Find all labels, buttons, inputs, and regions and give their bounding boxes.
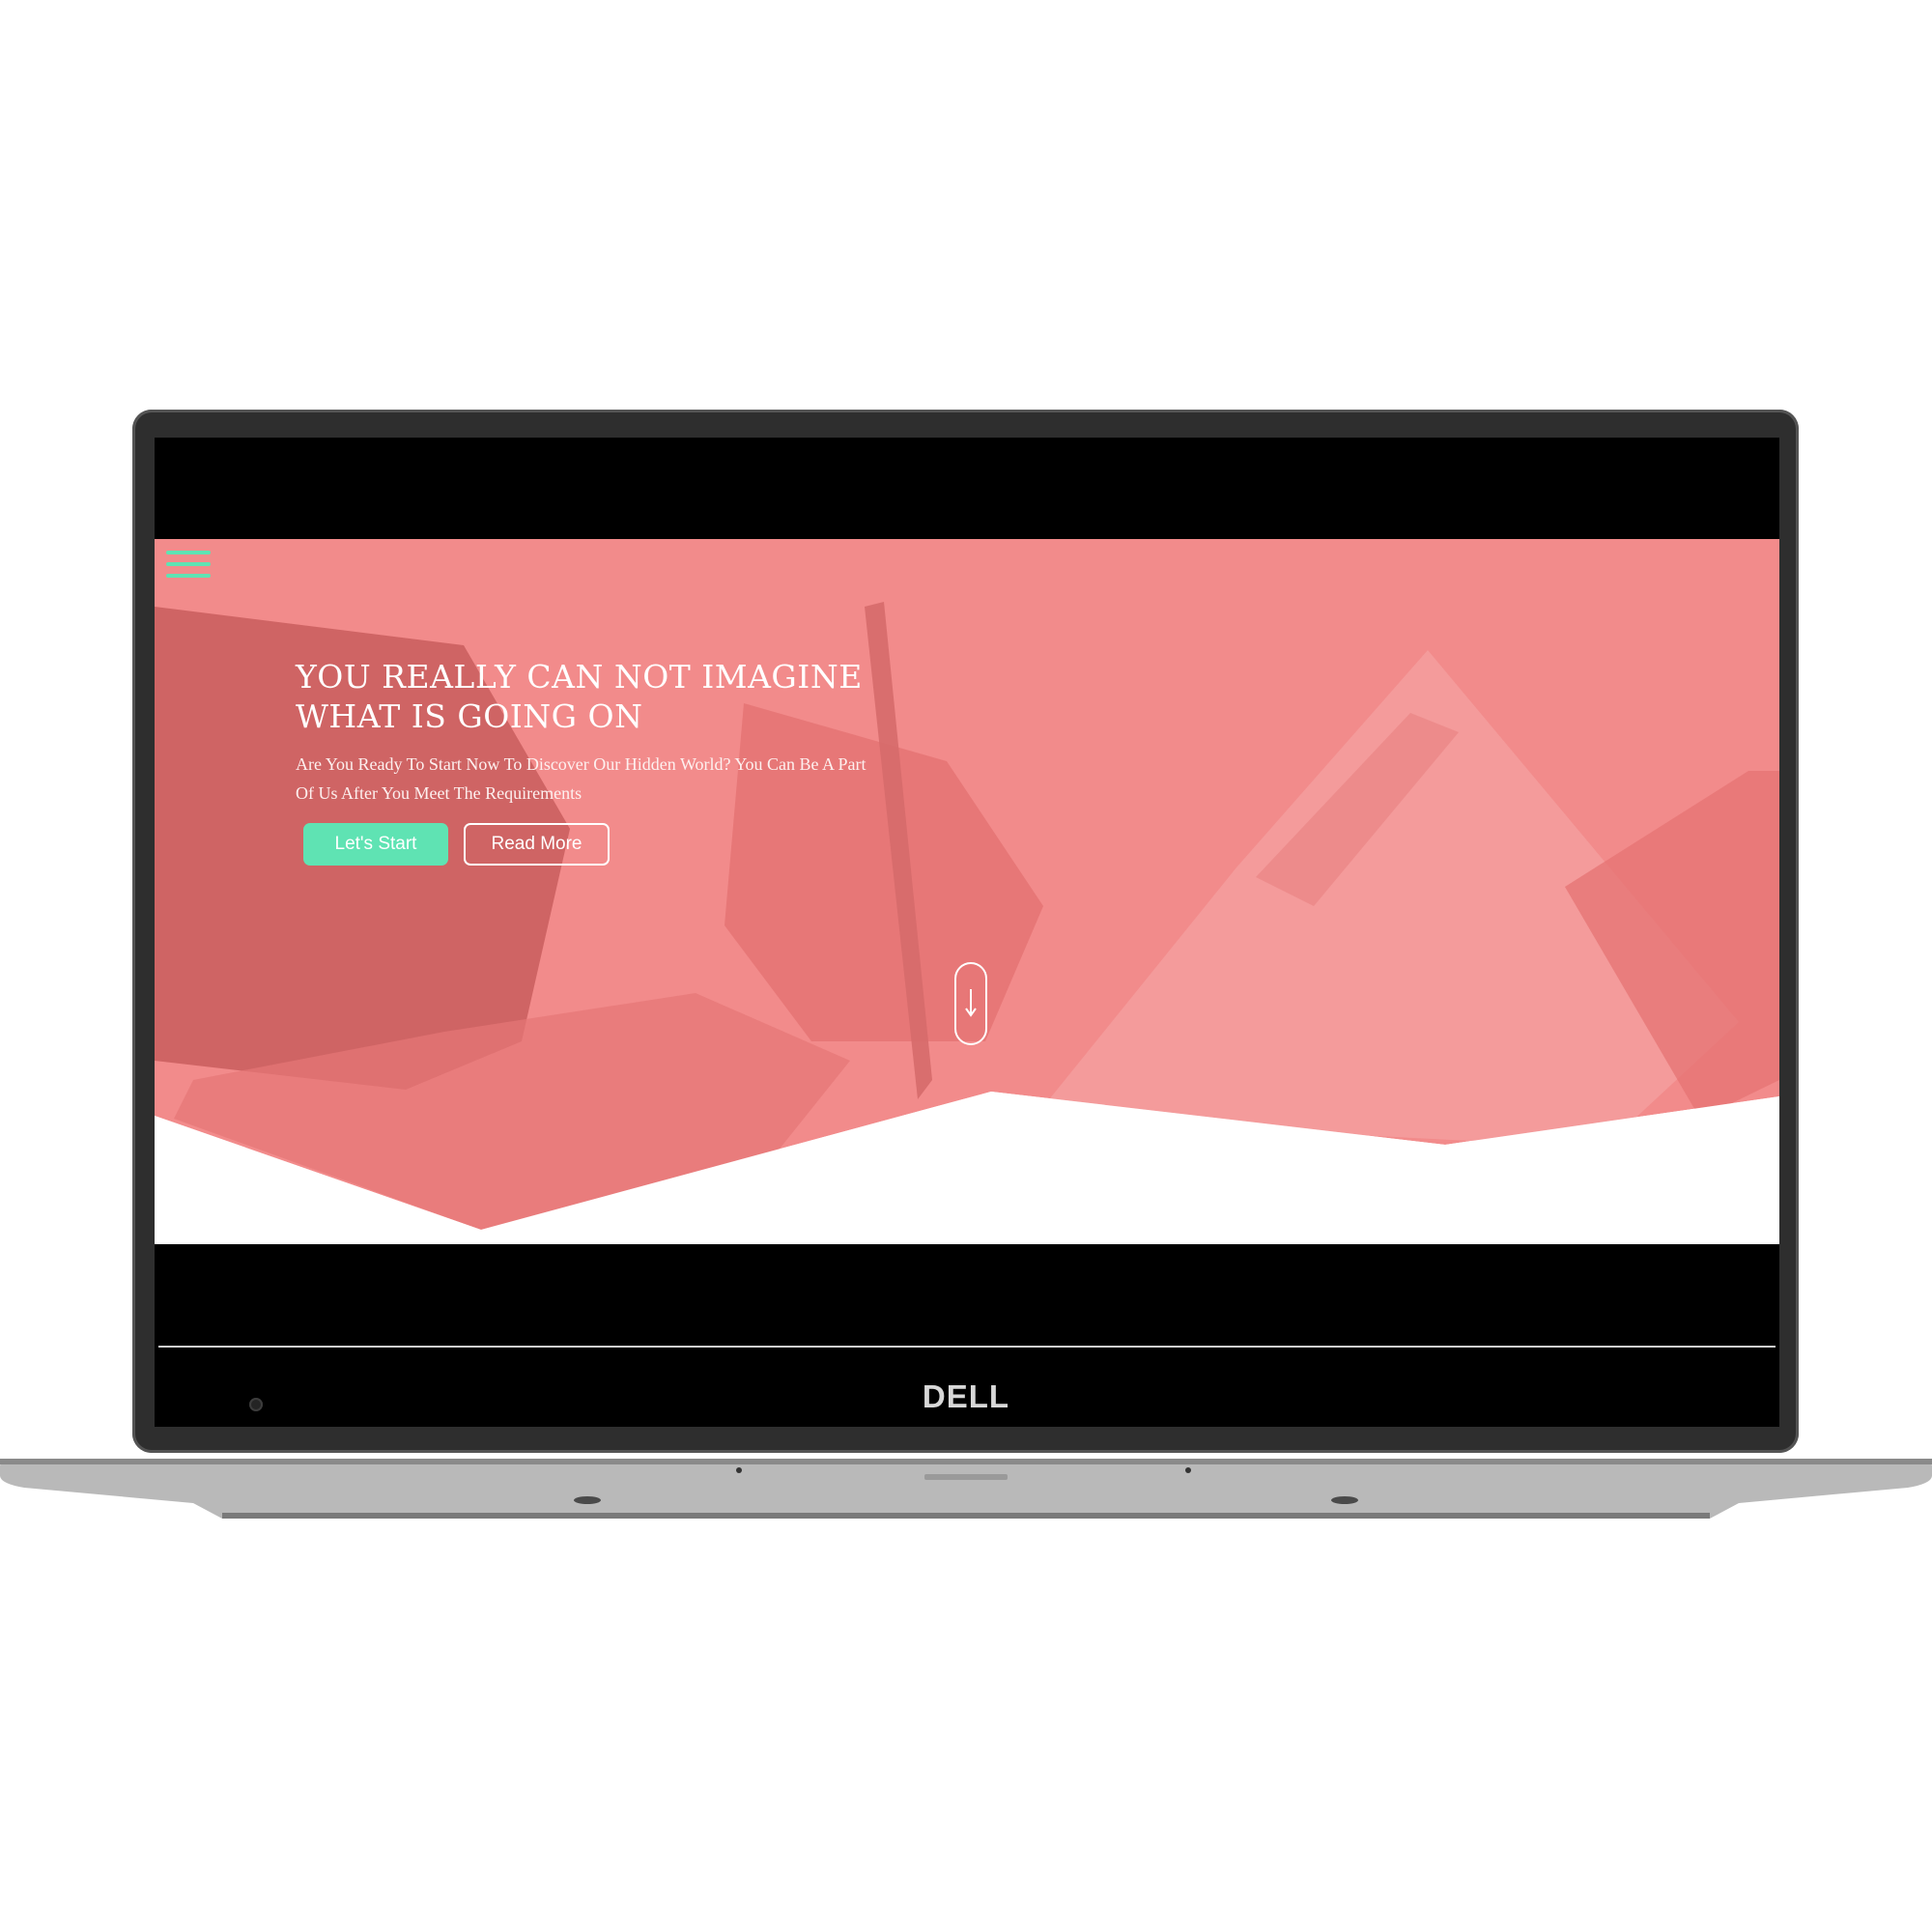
hero-subtitle-line: Of Us After You Meet The Requirements	[296, 783, 582, 803]
hero-title: YOU REALLY CAN NOT IMAGINE WHAT IS GOING…	[296, 657, 1030, 736]
webcam-icon	[249, 1398, 263, 1411]
hamburger-menu-icon[interactable]	[166, 551, 211, 580]
hero-background-image	[155, 539, 1779, 1244]
scroll-down-button[interactable]	[954, 962, 987, 1045]
lets-start-button[interactable]: Let's Start	[303, 823, 448, 866]
dell-logo: DELL	[923, 1378, 1009, 1414]
read-more-button[interactable]: Read More	[464, 823, 610, 866]
webpage: YOU REALLY CAN NOT IMAGINE WHAT IS GOING…	[155, 539, 1779, 1244]
hero-subtitle-line: Are You Ready To Start Now To Discover O…	[296, 754, 867, 774]
laptop-screen: YOU REALLY CAN NOT IMAGINE WHAT IS GOING…	[155, 438, 1779, 1427]
laptop-lid: YOU REALLY CAN NOT IMAGINE WHAT IS GOING…	[132, 410, 1799, 1453]
screen-edge	[158, 1346, 1776, 1348]
laptop-base	[0, 1459, 1932, 1519]
arrow-down-icon	[965, 989, 977, 1017]
hero-subtitle: Are You Ready To Start Now To Discover O…	[296, 750, 1030, 808]
hero-text: YOU REALLY CAN NOT IMAGINE WHAT IS GOING…	[296, 657, 1030, 808]
svg-text:DELL: DELL	[923, 1378, 1009, 1414]
hero-title-line: YOU REALLY CAN NOT IMAGINE	[296, 658, 863, 696]
hero-title-line: WHAT IS GOING ON	[296, 697, 643, 735]
